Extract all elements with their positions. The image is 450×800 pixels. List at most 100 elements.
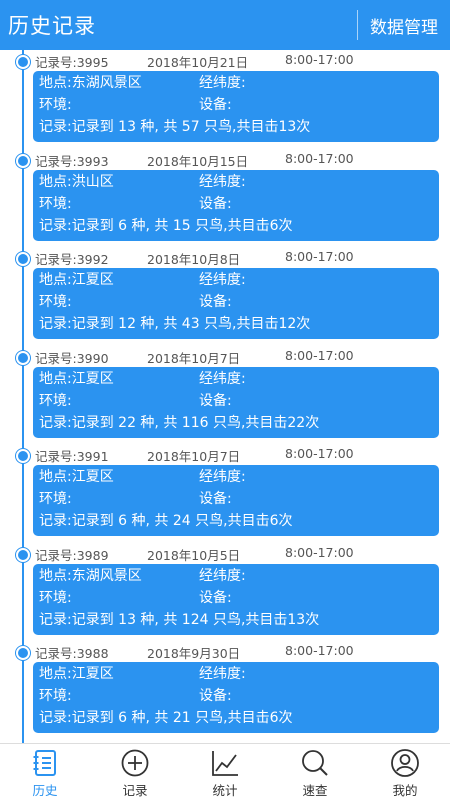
tab-statistics[interactable]: 统计 [180, 744, 270, 800]
record-date: 2018年10月7日 [147, 449, 241, 464]
record-date: 2018年10月8日 [147, 252, 241, 267]
record-date: 2018年10月5日 [147, 548, 241, 563]
chart-icon [212, 751, 238, 776]
environment-label: 环境: [39, 491, 72, 507]
location-label: 地点: [39, 371, 72, 387]
coords-label: 经纬度: [199, 272, 246, 288]
tab-label: 速查 [302, 783, 328, 798]
plus-circle-icon [121, 749, 149, 777]
record-card[interactable]: 地点:江夏区 经纬度: 环境: 设备: 记录:记录到 22 种, 共 116 只… [33, 367, 439, 438]
record-timeline[interactable]: 记录号:3995 2018年10月21日 8:00-17:00 地点:东湖风景区… [0, 50, 450, 743]
record-card[interactable]: 地点:东湖风景区 经纬度: 环境: 设备: 记录:记录到 13 种, 共 124… [33, 564, 439, 635]
record-time: 8:00-17:00 [285, 643, 354, 658]
record-meta: 记录号:3990 2018年10月7日 8:00-17:00 [35, 348, 440, 366]
record-item[interactable]: 记录号:3988 2018年9月30日 8:00-17:00 地点:江夏区 经纬… [0, 641, 450, 739]
record-date: 2018年9月30日 [147, 646, 241, 661]
coords-label: 经纬度: [199, 75, 246, 91]
history-list-icon [33, 750, 56, 776]
record-date: 2018年10月15日 [147, 154, 249, 169]
record-summary: 记录:记录到 13 种, 共 57 只鸟,共目击13次 [39, 119, 311, 135]
record-card[interactable]: 地点:江夏区 经纬度: 环境: 设备: 记录:记录到 6 种, 共 24 只鸟,… [33, 465, 439, 536]
location-value: 江夏区 [71, 272, 114, 288]
record-item[interactable]: 记录号:3991 2018年10月7日 8:00-17:00 地点:江夏区 经纬… [0, 444, 450, 542]
timeline-dot [16, 154, 30, 168]
record-summary: 记录:记录到 6 种, 共 24 只鸟,共目击6次 [39, 513, 293, 529]
data-management-button[interactable]: 数据管理 [357, 10, 450, 40]
record-time: 8:00-17:00 [285, 348, 354, 363]
location-label: 地点: [39, 272, 72, 288]
record-card[interactable]: 地点:东湖风景区 经纬度: 环境: 设备: 记录:记录到 13 种, 共 57 … [33, 71, 439, 142]
timeline-dot [16, 548, 30, 562]
record-meta: 记录号:3989 2018年10月5日 8:00-17:00 [35, 545, 440, 563]
device-label: 设备: [199, 688, 232, 704]
record-meta: 记录号:3988 2018年9月30日 8:00-17:00 [35, 643, 440, 661]
record-meta: 记录号:3991 2018年10月7日 8:00-17:00 [35, 446, 440, 464]
timeline-dot [16, 449, 30, 463]
location-value: 东湖风景区 [71, 75, 142, 91]
record-item[interactable]: 记录号:3989 2018年10月5日 8:00-17:00 地点:东湖风景区 … [0, 543, 450, 641]
record-time: 8:00-17:00 [285, 249, 354, 264]
record-number: 记录号:3990 [35, 351, 109, 366]
location-value: 东湖风景区 [71, 568, 142, 584]
tab-quick-search[interactable]: 速查 [270, 744, 360, 800]
environment-label: 环境: [39, 196, 72, 212]
record-number: 记录号:3989 [35, 548, 109, 563]
location-label: 地点: [39, 568, 72, 584]
record-date: 2018年10月21日 [147, 55, 249, 70]
record-item[interactable]: 记录号:3990 2018年10月7日 8:00-17:00 地点:江夏区 经纬… [0, 346, 450, 444]
location-label: 地点: [39, 174, 72, 190]
record-time: 8:00-17:00 [285, 52, 354, 67]
location-value: 洪山区 [71, 174, 114, 190]
device-label: 设备: [199, 393, 232, 409]
record-number: 记录号:3991 [35, 449, 109, 464]
record-item[interactable]: 记录号:3993 2018年10月15日 8:00-17:00 地点:洪山区 经… [0, 149, 450, 247]
record-card[interactable]: 地点:江夏区 经纬度: 环境: 设备: 记录:记录到 6 种, 共 21 只鸟,… [33, 662, 439, 733]
environment-label: 环境: [39, 688, 72, 704]
device-label: 设备: [199, 97, 232, 113]
record-number: 记录号:3995 [35, 55, 109, 70]
timeline-dot [16, 252, 30, 266]
record-item[interactable]: 记录号:3992 2018年10月8日 8:00-17:00 地点:江夏区 经纬… [0, 247, 450, 345]
coords-label: 经纬度: [199, 371, 246, 387]
device-label: 设备: [199, 196, 232, 212]
tab-history[interactable]: 历史 [0, 744, 90, 800]
timeline-dot [16, 55, 30, 69]
record-number: 记录号:3988 [35, 646, 109, 661]
record-summary: 记录:记录到 22 种, 共 116 只鸟,共目击22次 [39, 415, 320, 431]
location-value: 江夏区 [71, 371, 114, 387]
record-time: 8:00-17:00 [285, 545, 354, 560]
location-value: 江夏区 [71, 469, 114, 485]
tab-label: 记录 [122, 783, 148, 798]
record-number: 记录号:3993 [35, 154, 109, 169]
tab-label: 我的 [392, 783, 418, 798]
record-card[interactable]: 地点:洪山区 经纬度: 环境: 设备: 记录:记录到 6 种, 共 15 只鸟,… [33, 170, 439, 241]
record-card[interactable]: 地点:江夏区 经纬度: 环境: 设备: 记录:记录到 12 种, 共 43 只鸟… [33, 268, 439, 339]
timeline-dot [16, 646, 30, 660]
record-date: 2018年10月7日 [147, 351, 241, 366]
record-meta: 记录号:3995 2018年10月21日 8:00-17:00 [35, 52, 440, 70]
user-icon [391, 749, 419, 777]
coords-label: 经纬度: [199, 469, 246, 485]
device-label: 设备: [199, 491, 232, 507]
tab-profile[interactable]: 我的 [360, 744, 450, 800]
coords-label: 经纬度: [199, 174, 246, 190]
record-meta: 记录号:3993 2018年10月15日 8:00-17:00 [35, 151, 440, 169]
record-number: 记录号:3992 [35, 252, 109, 267]
tab-record[interactable]: 记录 [90, 744, 180, 800]
search-icon [302, 750, 328, 776]
environment-label: 环境: [39, 393, 72, 409]
tab-label: 统计 [212, 783, 238, 798]
device-label: 设备: [199, 294, 232, 310]
environment-label: 环境: [39, 294, 72, 310]
timeline-dot [16, 351, 30, 365]
location-value: 江夏区 [71, 666, 114, 682]
record-meta: 记录号:3992 2018年10月8日 8:00-17:00 [35, 249, 440, 267]
record-time: 8:00-17:00 [285, 151, 354, 166]
location-label: 地点: [39, 469, 72, 485]
environment-label: 环境: [39, 590, 72, 606]
app-header: 历史记录 数据管理 [0, 0, 450, 50]
record-time: 8:00-17:00 [285, 446, 354, 461]
record-item[interactable]: 记录号:3995 2018年10月21日 8:00-17:00 地点:东湖风景区… [0, 50, 450, 148]
coords-label: 经纬度: [199, 666, 246, 682]
device-label: 设备: [199, 590, 232, 606]
